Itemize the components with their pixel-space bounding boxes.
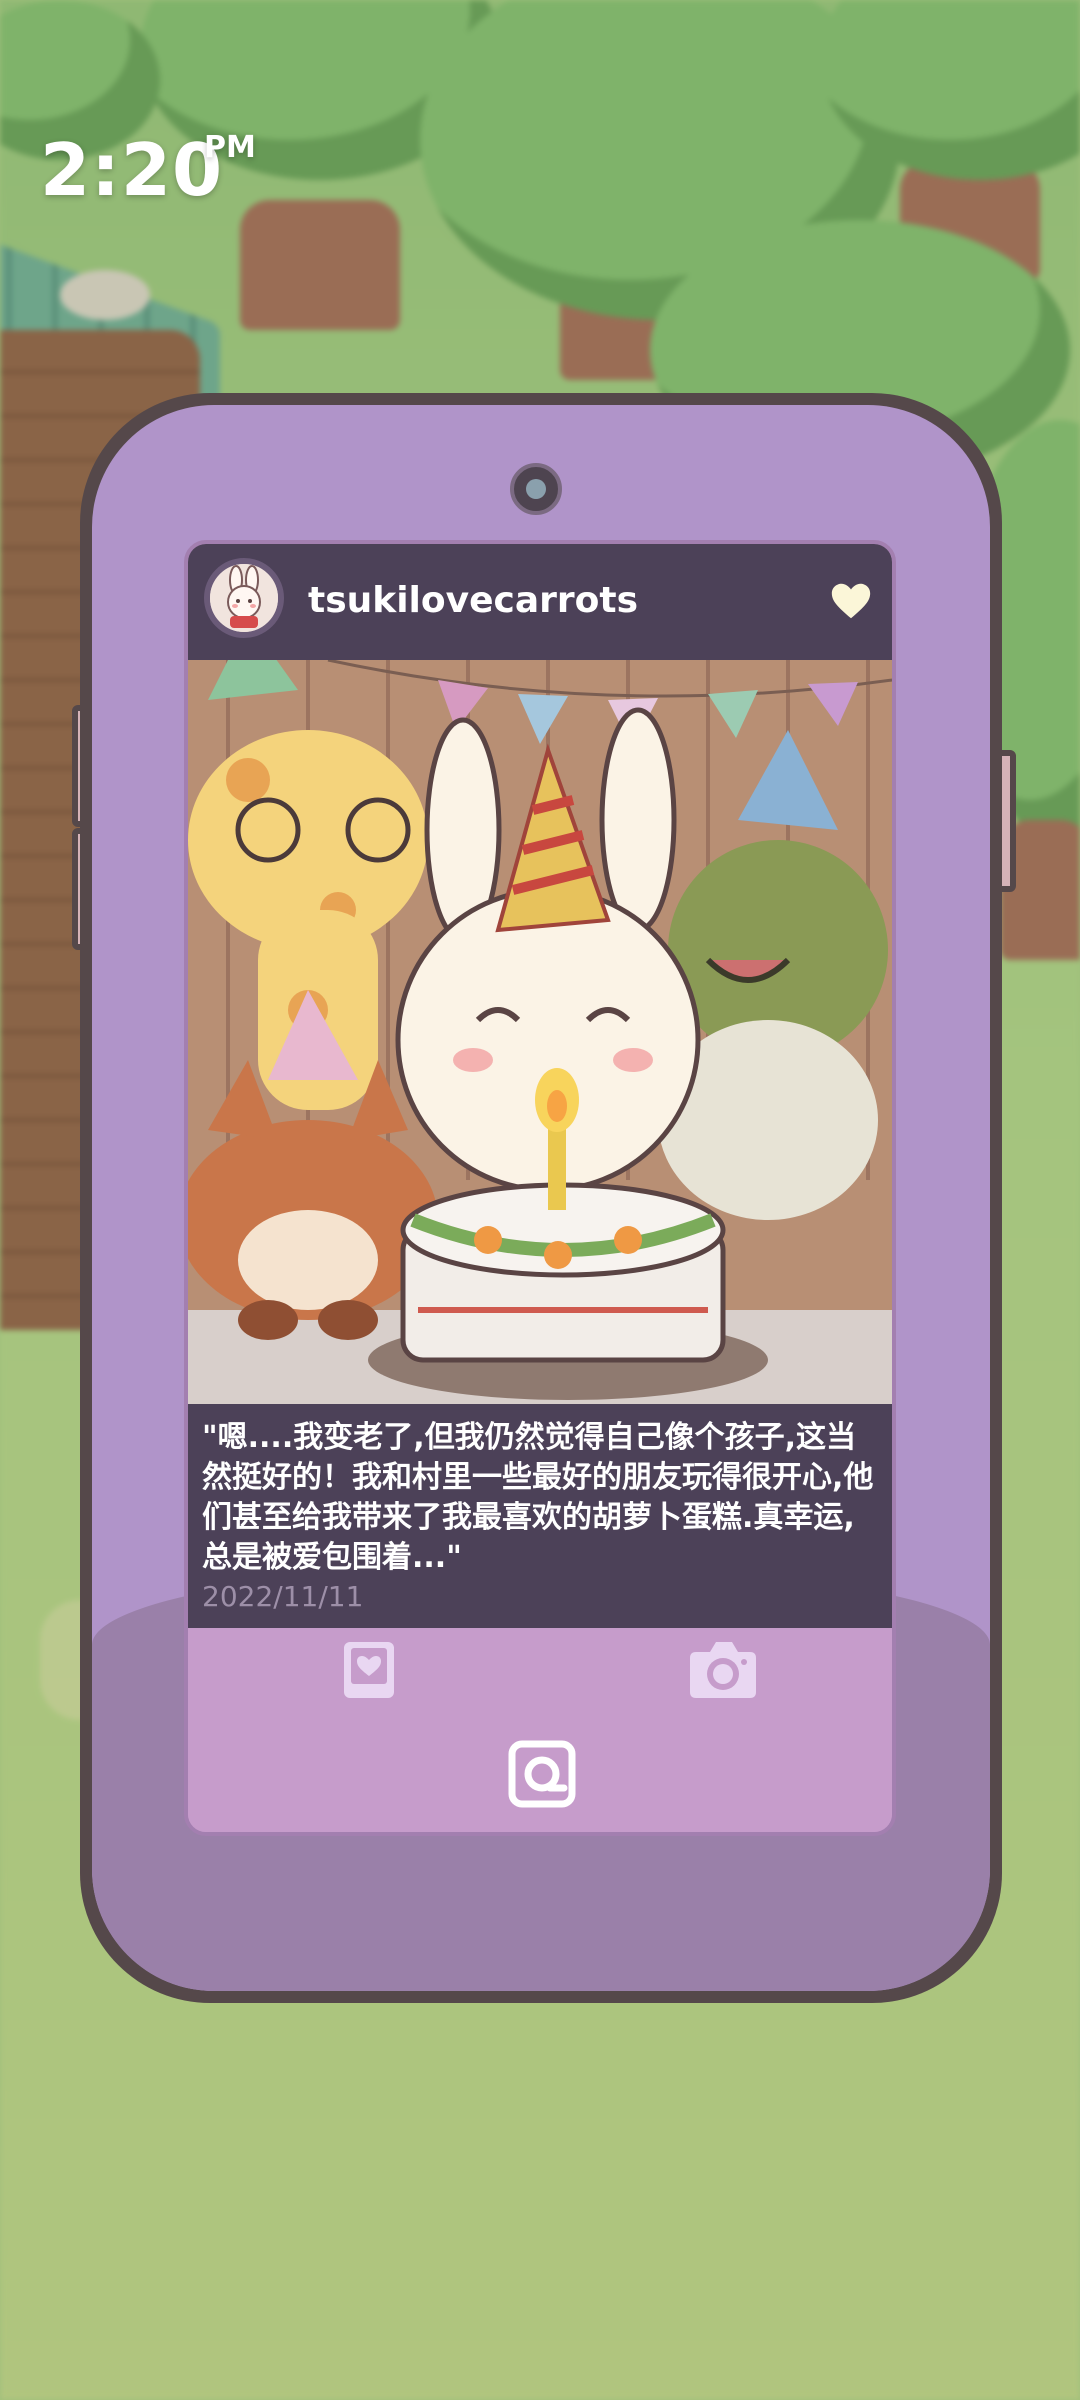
photo-album-icon[interactable] <box>342 1640 396 1700</box>
heart-icon[interactable] <box>828 578 874 624</box>
clock-time: 2:20 <box>40 128 224 212</box>
post-username[interactable]: tsukilovecarrots <box>308 580 638 621</box>
phone-screen: tsukilovecarrots "嗯....我变老了,但我仍然觉得自己像个孩子… <box>184 540 896 1836</box>
post-header: tsukilovecarrots <box>188 544 892 660</box>
user-avatar[interactable] <box>204 558 284 638</box>
clock: 2:20 PM <box>40 128 256 212</box>
front-camera <box>510 463 562 515</box>
camera-icon[interactable] <box>688 1638 758 1700</box>
feed-app-icon[interactable] <box>508 1740 576 1808</box>
post-caption: "嗯....我变老了,但我仍然觉得自己像个孩子,这当然挺好的！我和村里一些最好的… <box>202 1420 874 1575</box>
post-photo[interactable] <box>188 660 892 1404</box>
clock-ampm: PM <box>204 130 256 165</box>
post-date: 2022/11/11 <box>202 1580 364 1613</box>
phone-toolbar <box>188 1628 892 1832</box>
post-caption-panel: "嗯....我变老了,但我仍然觉得自己像个孩子,这当然挺好的！我和村里一些最好的… <box>188 1404 892 1628</box>
